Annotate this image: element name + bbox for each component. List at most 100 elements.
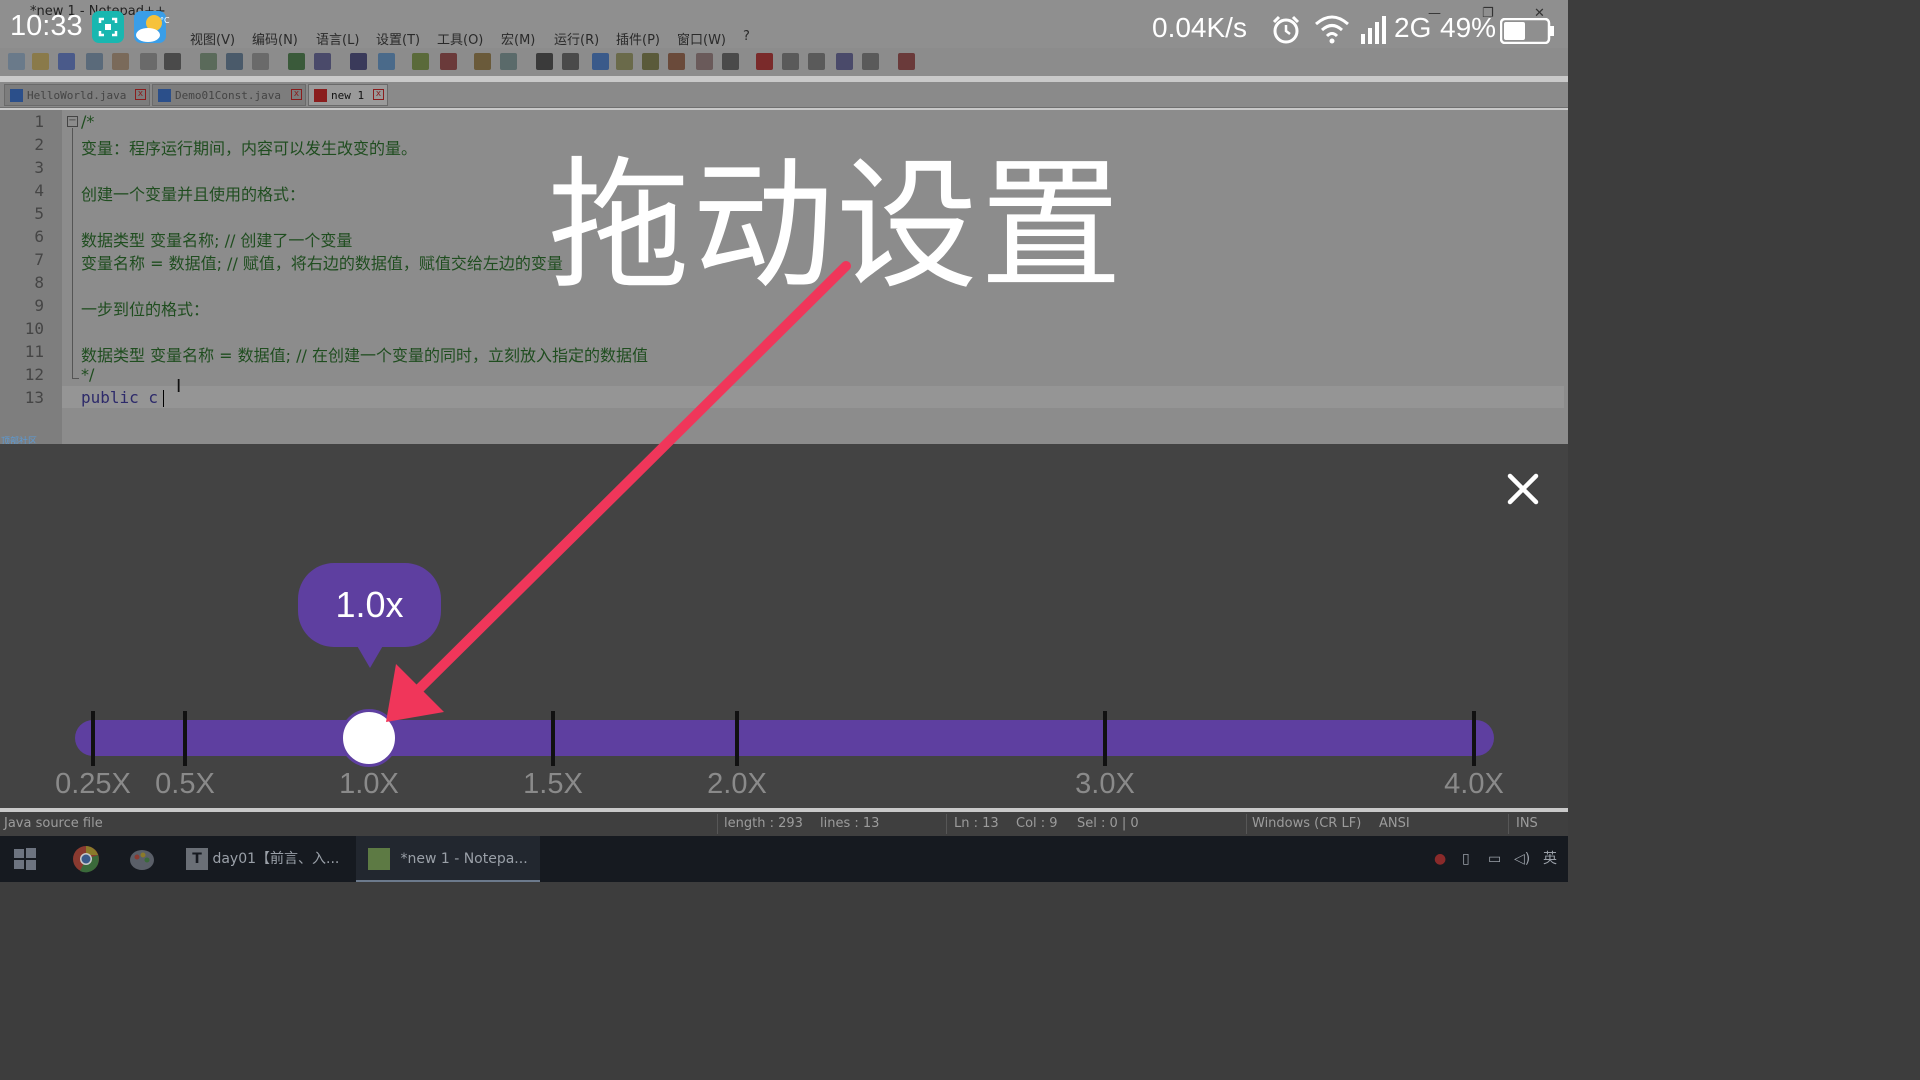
toolbar-button[interactable]	[808, 53, 825, 70]
typora-icon: T	[186, 848, 208, 870]
screenshot-app-icon	[92, 11, 124, 43]
toolbar-button[interactable]	[592, 53, 609, 70]
toolbar-button[interactable]	[696, 53, 713, 70]
toolbar-button[interactable]	[862, 53, 879, 70]
toolbar-button[interactable]	[642, 53, 659, 70]
menu-settings[interactable]: 设置(T)	[376, 29, 420, 48]
menu-view[interactable]: 视图(V)	[190, 29, 235, 48]
toolbar-button[interactable]	[58, 53, 75, 70]
network-icon[interactable]: ▭	[1488, 836, 1510, 882]
code-line: 变量：程序运行期间，内容可以发生改变的量。	[81, 139, 418, 158]
battery-percent: 49%	[1440, 12, 1497, 43]
current-line-highlight	[62, 386, 1564, 408]
toolbar-button[interactable]	[252, 53, 269, 70]
speed-label[interactable]: 4.0X	[1444, 768, 1504, 801]
code-line: public c	[81, 388, 159, 407]
tab-helloworld[interactable]: HelloWorld.java x	[4, 84, 150, 106]
close-icon[interactable]	[1504, 470, 1542, 508]
toolbar-button[interactable]	[350, 53, 367, 70]
fold-collapse-icon[interactable]: −	[67, 116, 78, 127]
speed-slider-track[interactable]	[75, 720, 1494, 756]
toolbar-button[interactable]	[474, 53, 491, 70]
menu-tools[interactable]: 工具(O)	[437, 29, 483, 48]
toolbar-button[interactable]	[500, 53, 517, 70]
speed-tick	[551, 711, 555, 766]
toolbar-button[interactable]	[616, 53, 633, 70]
speed-label[interactable]: 1.0X	[339, 768, 399, 801]
toolbar-button[interactable]	[668, 53, 685, 70]
line-number: 5	[34, 204, 44, 223]
weather-app-icon: °C	[134, 11, 170, 43]
toolbar-button[interactable]	[112, 53, 129, 70]
code-line: 数据类型 变量名称 = 数据值; // 在创建一个变量的同时，立刻放入指定的数据…	[81, 346, 649, 365]
taskbar-item-label: day01【前言、入...	[212, 851, 340, 867]
toolbar-button[interactable]	[200, 53, 217, 70]
close-tab-icon[interactable]: x	[135, 89, 146, 100]
menu-language[interactable]: 语言(L)	[316, 29, 359, 48]
toolbar-button[interactable]	[288, 53, 305, 70]
toolbar-button[interactable]	[140, 53, 157, 70]
code-line: /*	[81, 112, 95, 131]
menu-encoding[interactable]: 编码(N)	[252, 29, 298, 48]
input-language[interactable]: 英	[1543, 836, 1563, 882]
toolbar-button[interactable]	[836, 53, 853, 70]
toolbar-button[interactable]	[314, 53, 331, 70]
text-caret	[163, 390, 164, 407]
toolbar-button[interactable]	[226, 53, 243, 70]
close-tab-icon[interactable]: x	[373, 89, 384, 100]
taskbar-item-day01[interactable]: T day01【前言、入...	[176, 836, 352, 882]
toolbar-button[interactable]	[756, 53, 773, 70]
menu-run[interactable]: 运行(R)	[554, 29, 599, 48]
toolbar-button[interactable]	[782, 53, 799, 70]
line-number: 12	[24, 365, 44, 384]
close-tab-icon[interactable]: x	[291, 89, 302, 100]
tab-new1[interactable]: new 1 x	[308, 84, 388, 106]
taskbar: T day01【前言、入... *new 1 - Notepa... ● ▯ ▭…	[0, 836, 1568, 882]
menu-macro[interactable]: 宏(M)	[501, 29, 535, 48]
speed-label[interactable]: 0.25X	[55, 768, 131, 801]
toolbar-button[interactable]	[32, 53, 49, 70]
line-number: 7	[34, 250, 44, 269]
chrome-taskbar-icon[interactable]	[72, 836, 102, 882]
speed-bubble: 1.0x	[298, 563, 441, 647]
tab-demo01const[interactable]: Demo01Const.java x	[152, 84, 306, 106]
menu-window[interactable]: 窗口(W)	[677, 29, 726, 48]
toolbar-button[interactable]	[562, 53, 579, 70]
toolbar-button[interactable]	[722, 53, 739, 70]
taskbar-item-notepad[interactable]: *new 1 - Notepa...	[356, 836, 540, 882]
code-line: 变量名称 = 数据值; // 赋值，将右边的数据值，赋值交给左边的变量	[81, 254, 563, 273]
speed-label[interactable]: 2.0X	[707, 768, 767, 801]
menu-plugins[interactable]: 插件(P)	[616, 29, 660, 48]
toolbar-button[interactable]	[378, 53, 395, 70]
status-bar: Java source file length : 293 lines : 13…	[0, 812, 1568, 836]
menu-help[interactable]: ?	[743, 29, 750, 44]
volume-icon[interactable]: ◁)	[1514, 836, 1536, 882]
line-number: 4	[34, 181, 44, 200]
signal-icon	[1361, 16, 1386, 44]
speed-tick	[183, 711, 187, 766]
toolbar-button[interactable]	[412, 53, 429, 70]
file-icon	[314, 89, 327, 102]
speed-label[interactable]: 1.5X	[523, 768, 583, 801]
toolbar-button[interactable]	[164, 53, 181, 70]
tab-label: Demo01Const.java	[175, 89, 281, 102]
tray-app-icon[interactable]: ●	[1434, 836, 1454, 882]
speed-slider-thumb[interactable]	[340, 709, 398, 767]
file-icon	[10, 89, 23, 102]
line-number: 10	[24, 319, 44, 338]
status-file-type: Java source file	[4, 816, 103, 831]
toolbar-button[interactable]	[8, 53, 25, 70]
toolbar-button[interactable]	[440, 53, 457, 70]
paint-taskbar-icon[interactable]	[128, 836, 160, 882]
speed-label[interactable]: 3.0X	[1075, 768, 1135, 801]
toolbar-button[interactable]	[86, 53, 103, 70]
toolbar-button[interactable]	[536, 53, 553, 70]
speed-label[interactable]: 0.5X	[155, 768, 215, 801]
file-icon	[158, 89, 171, 102]
line-number: 2	[34, 135, 44, 154]
toolbar-button[interactable]	[898, 53, 915, 70]
status-sel: Sel : 0 | 0	[1077, 816, 1139, 831]
usb-icon[interactable]: ▯	[1462, 836, 1478, 882]
ibeam-cursor-icon: I	[176, 376, 182, 397]
start-button[interactable]	[14, 836, 44, 882]
